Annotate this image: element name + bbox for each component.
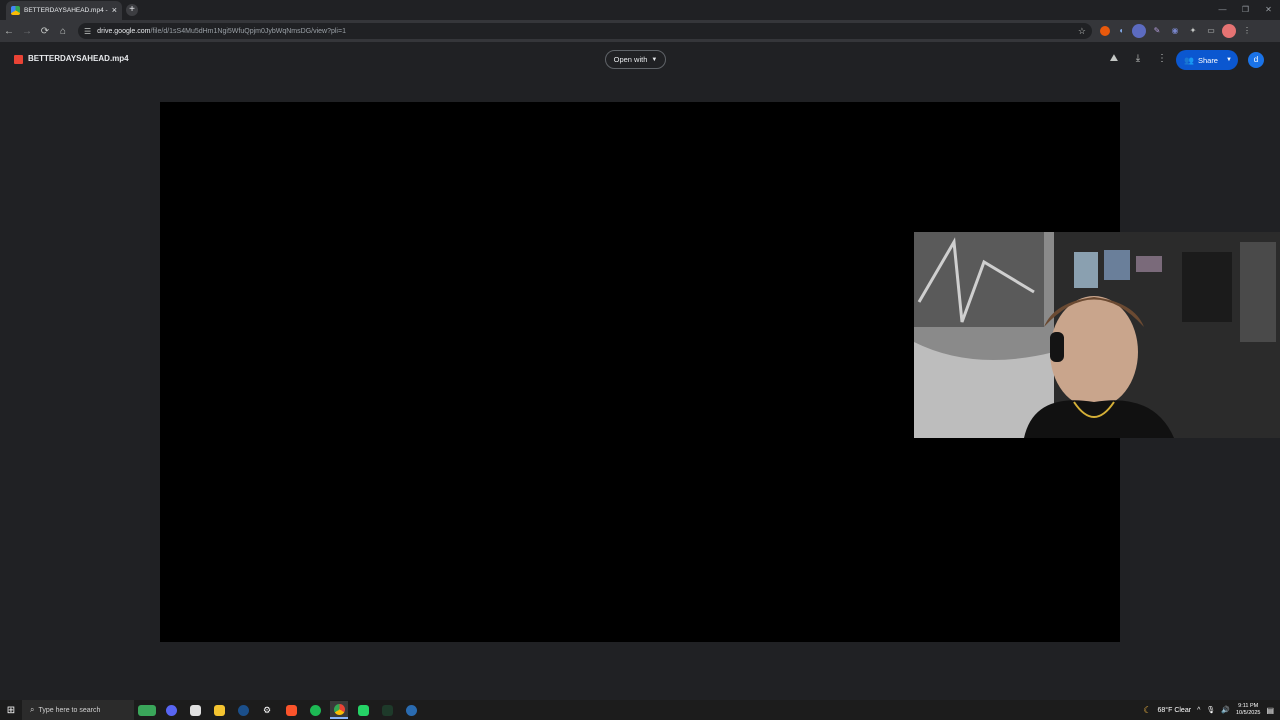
file-name: BETTERDAYSAHEAD.mp4 [28,54,129,63]
close-tab-icon[interactable]: × [112,6,117,15]
brave-icon[interactable] [282,701,300,719]
site-info-icon[interactable]: ☰ [84,27,91,36]
forward-icon[interactable]: → [18,26,36,37]
notifications-icon[interactable]: ▤ [1266,706,1274,715]
volume-icon[interactable]: 🔊 [1221,706,1230,714]
new-tab-button[interactable]: + [126,4,138,16]
more-options-icon[interactable]: ⋮ [1155,53,1169,64]
extensions-puzzle-icon[interactable]: ✦ [1186,24,1200,38]
tab-strip: BETTERDAYSAHEAD.mp4 - Goo × + — ❐ ✕ [0,0,1280,20]
extension-audio-icon[interactable]: ◖ [1114,24,1128,38]
home-icon[interactable]: ⌂ [54,26,72,37]
chevron-down-icon: ▼ [651,56,658,63]
drive-viewer-header: BETTERDAYSAHEAD.mp4 Open with ▼ ⛰ ⤓ ⋮ 👥 … [0,42,1280,78]
extensions-area: ◖ ✎ ◉ ✦ ▭ ⋮ [1100,24,1254,38]
clock-date: 10/5/2025 [1235,710,1261,716]
taskbar-pinned-apps: ⚙ [138,701,420,719]
extension-swirl-icon[interactable]: ◉ [1168,24,1182,38]
drive-favicon-icon [11,6,20,15]
url-text: drive.google.com/file/d/1sS4Mu5dHm1Ngi5W… [97,27,346,35]
share-button[interactable]: 👥 Share ▼ [1176,50,1238,70]
share-label: Share [1197,55,1218,65]
open-with-button[interactable]: Open with ▼ [605,50,666,69]
system-tray: ☾ 68°F Clear ^ 🎙 🔊 9:11 PM 10/5/2025 ▤ [1143,700,1280,720]
steam-alt-icon[interactable] [402,701,420,719]
file-explorer-icon[interactable] [210,701,228,719]
add-shortcut-drive-icon[interactable]: ⛰ [1107,53,1121,64]
windows-taskbar: ⊞ ⌕ Type here to search ⚙ ☾ 68°F Clear ^… [0,700,1280,720]
browser-toolbar: ← → ⟳ ⌂ ☰ drive.google.com/file/d/1sS4Mu… [0,20,1280,42]
extension-pen-icon[interactable]: ✎ [1150,24,1164,38]
reload-icon[interactable]: ⟳ [36,26,54,37]
bookmark-star-icon[interactable]: ☆ [1078,26,1086,37]
back-icon[interactable]: ← [0,26,18,37]
discord-icon[interactable] [162,701,180,719]
side-panel-icon[interactable]: ▭ [1204,24,1218,38]
address-bar[interactable]: ☰ drive.google.com/file/d/1sS4Mu5dHm1Ngi… [78,23,1092,39]
weather-moon-icon: ☾ [1143,704,1152,715]
window-controls: — ❐ ✕ [1211,0,1280,20]
settings-gear-icon[interactable]: ⚙ [258,701,276,719]
taskbar-clock[interactable]: 9:11 PM 10/5/2025 [1236,703,1260,717]
account-avatar[interactable]: d [1248,52,1264,68]
steam-icon[interactable] [234,701,252,719]
spotify-icon[interactable] [306,701,324,719]
extension-fox-icon[interactable] [1100,26,1110,36]
weather-text[interactable]: 68°F Clear [1158,707,1192,714]
microphone-icon[interactable]: 🎙 [1206,706,1215,714]
extension-badge-icon[interactable] [1132,24,1146,38]
terminal-icon[interactable] [378,701,396,719]
share-dropdown-icon[interactable]: ▼ [1226,57,1232,63]
chrome-icon[interactable] [330,701,348,719]
tray-overflow-icon[interactable]: ^ [1197,707,1200,714]
start-windows-icon[interactable]: ⊞ [0,705,22,716]
profile-avatar[interactable] [1222,24,1236,38]
chrome-menu-icon[interactable]: ⋮ [1240,24,1254,38]
whatsapp-icon[interactable] [354,701,372,719]
capcut-icon[interactable] [186,701,204,719]
people-icon: 👥 [1184,55,1194,65]
download-icon[interactable]: ⤓ [1131,53,1145,64]
open-with-label: Open with [613,55,648,64]
minimize-icon[interactable]: — [1211,0,1234,20]
search-placeholder: Type here to search [38,706,101,714]
maximize-icon[interactable]: ❐ [1234,0,1257,20]
webcam-feed-image [914,232,1280,438]
taskbar-search-box[interactable]: ⌕ Type here to search [22,700,134,720]
video-file-icon [14,55,23,64]
search-icon: ⌕ [30,705,35,714]
browser-tab[interactable]: BETTERDAYSAHEAD.mp4 - Goo × [6,1,122,20]
search-highlight-icon[interactable] [138,701,156,719]
clock-time: 9:11 PM [1238,703,1259,709]
close-window-icon[interactable]: ✕ [1257,0,1280,20]
webcam-overlay [914,232,1280,438]
tab-title: BETTERDAYSAHEAD.mp4 - Goo [24,7,108,14]
